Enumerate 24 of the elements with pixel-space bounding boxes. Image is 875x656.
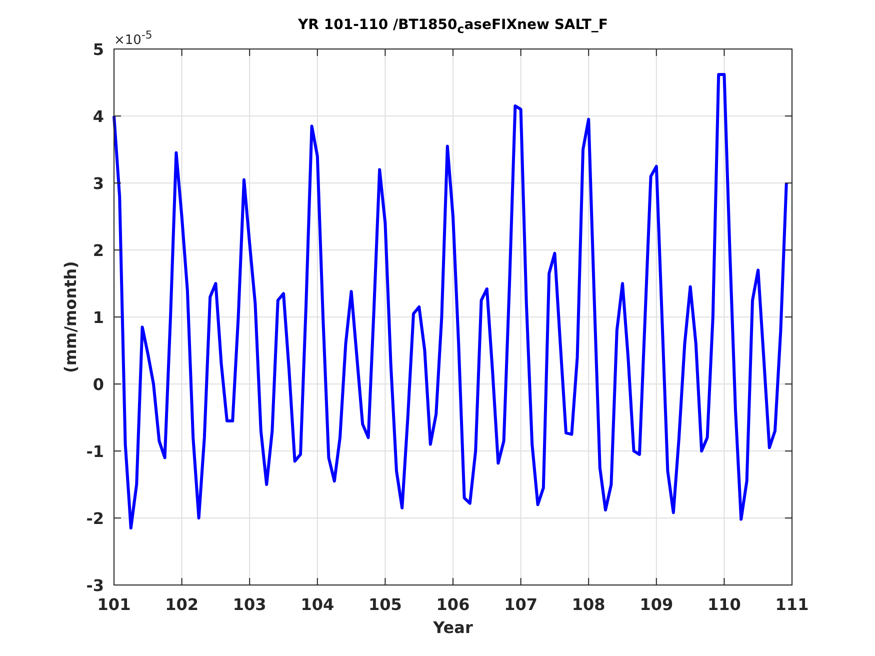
axis-tick-label: 104 xyxy=(300,595,334,614)
axis-tick-label: 2 xyxy=(92,241,104,260)
axis-tick-label: 3 xyxy=(92,174,104,193)
axis-tick-label: 111 xyxy=(775,595,809,614)
x-axis-label: Year xyxy=(433,618,473,637)
axis-tick-label: -3 xyxy=(86,576,104,595)
axis-tick-label: 1 xyxy=(92,308,104,327)
axis-tick-label: 106 xyxy=(436,595,470,614)
chart-title: YR 101-110 /BT1850$_{c}$aseFIXnew SALT_F xyxy=(298,17,608,33)
axis-tick-label: 108 xyxy=(572,595,606,614)
axis-tick-label: 107 xyxy=(504,595,538,614)
axis-tick-label: 110 xyxy=(708,595,741,614)
axis-tick-label: 105 xyxy=(368,595,402,614)
axis-tick-label: 0 xyxy=(92,375,104,394)
axis-tick-label: 5 xyxy=(92,40,104,59)
axis-tick-label: -1 xyxy=(86,442,104,461)
axis-tick-label: 102 xyxy=(165,595,198,614)
axis-tick-label: 103 xyxy=(232,595,266,614)
axis-tick-label: 101 xyxy=(97,595,131,614)
axis-tick-label: 109 xyxy=(640,595,674,614)
axis-multiplier: ×10$^{-5}$ xyxy=(114,33,152,48)
axis-tick-label: -2 xyxy=(86,509,104,528)
axis-tick-label: 4 xyxy=(92,107,104,126)
y-axis-label: (mm/month) xyxy=(61,261,80,373)
